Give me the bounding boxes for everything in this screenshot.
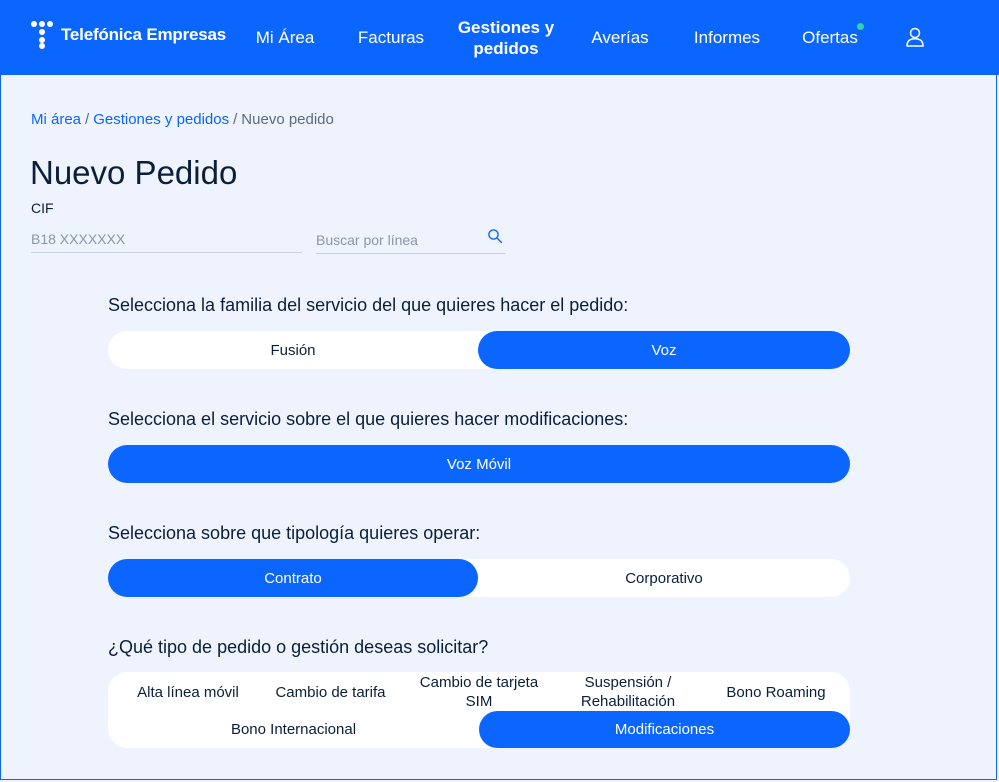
cif-field[interactable] <box>31 226 302 253</box>
breadcrumb-mi-area[interactable]: Mi área <box>31 111 81 128</box>
typology-selector: Contrato Corporativo <box>108 559 850 597</box>
service-option-voz-movil[interactable]: Voz Móvil <box>108 445 850 483</box>
line-search <box>316 226 506 254</box>
breadcrumb-gestiones-y-pedidos[interactable]: Gestiones y pedidos <box>93 111 229 128</box>
family-option-voz[interactable]: Voz <box>478 331 850 369</box>
family-selector: Fusión Voz <box>108 331 850 369</box>
order-option-cambio-de-tarifa[interactable]: Cambio de tarifa <box>263 672 398 712</box>
telefonica-logo-icon <box>31 21 57 49</box>
nav-ofertas[interactable]: Ofertas <box>794 0 866 75</box>
question-order-type: ¿Qué tipo de pedido o gestión deseas sol… <box>108 637 489 657</box>
order-option-suspension-rehabilitacion[interactable]: Suspensión / Rehabilitación <box>566 672 690 712</box>
nav-gestiones-y-pedidos[interactable]: Gestiones y pedidos <box>451 0 561 75</box>
typology-option-contrato[interactable]: Contrato <box>108 559 478 597</box>
question-typology: Selecciona sobre que tipología quieres o… <box>108 523 481 543</box>
brand-logo[interactable]: Telefónica Empresas <box>31 21 226 49</box>
order-option-bono-roaming[interactable]: Bono Roaming <box>710 672 842 712</box>
top-navigation-bar: Telefónica Empresas Mi Área Facturas Ges… <box>0 0 999 75</box>
service-selector: Voz Móvil <box>108 445 850 483</box>
question-family: Selecciona la familia del servicio del q… <box>108 295 629 315</box>
nav-informes[interactable]: Informes <box>683 0 771 75</box>
breadcrumb-current: Nuevo pedido <box>241 111 334 128</box>
question-service: Selecciona el servicio sobre el que quie… <box>108 409 629 429</box>
order-option-cambio-de-tarjeta-sim[interactable]: Cambio de tarjeta SIM <box>413 672 545 712</box>
user-icon[interactable] <box>904 26 926 48</box>
order-type-selector: Alta línea móvil Cambio de tarifa Cambio… <box>108 672 850 748</box>
nav-facturas[interactable]: Facturas <box>346 0 436 75</box>
new-offers-dot <box>857 23 864 30</box>
cif-label: CIF <box>31 200 54 216</box>
nav-averias[interactable]: Averías <box>580 0 660 75</box>
family-option-fusion[interactable]: Fusión <box>108 331 478 369</box>
order-option-alta-linea-movil[interactable]: Alta línea móvil <box>118 672 258 712</box>
search-icon[interactable] <box>487 228 503 244</box>
search-input[interactable] <box>316 229 476 251</box>
order-option-bono-internacional[interactable]: Bono Internacional <box>108 711 479 748</box>
brand-name: Telefónica Empresas <box>61 25 227 44</box>
page-title: Nuevo Pedido <box>30 154 238 191</box>
nav-mi-area[interactable]: Mi Área <box>240 0 330 75</box>
order-option-modificaciones[interactable]: Modificaciones <box>479 711 850 748</box>
breadcrumb: Mi área / Gestiones y pedidos / Nuevo pedido <box>31 111 334 128</box>
typology-option-corporativo[interactable]: Corporativo <box>478 559 850 597</box>
